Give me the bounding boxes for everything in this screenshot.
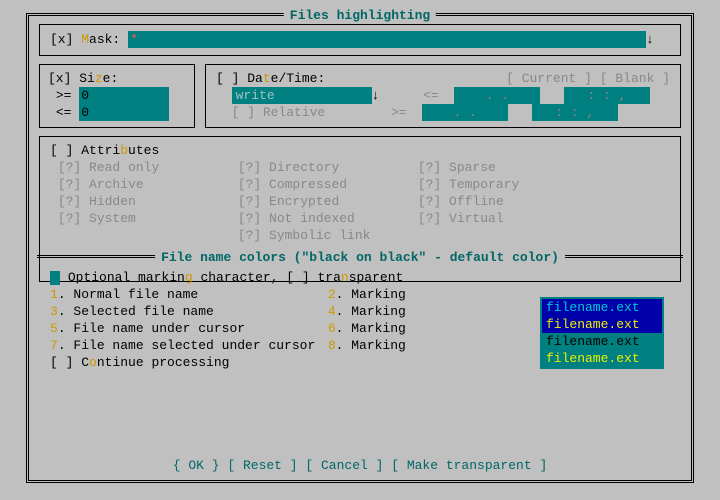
- marking-char-input[interactable]: [50, 271, 60, 285]
- swatch-sel-cursor: filename.ext: [542, 350, 662, 367]
- attr-item[interactable]: [?] Archive: [58, 176, 238, 193]
- swatch-normal: filename.ext: [542, 299, 662, 316]
- dialog-title: Files highlighting: [284, 7, 436, 24]
- mask-label: ask:: [89, 32, 120, 47]
- mask-hotkey: M: [81, 32, 89, 47]
- cancel-button[interactable]: [ Cancel ]: [305, 458, 383, 473]
- color-preview: filename.ext filename.ext filename.ext f…: [540, 297, 664, 369]
- datetime-section: [ ] Date/Time: [ Current ] [ Blank ] wri…: [205, 64, 681, 128]
- size-checkbox[interactable]: [x]: [48, 71, 71, 86]
- colors-divider: File name colors ("black on black" - def…: [37, 255, 683, 258]
- size-ge: >=: [56, 88, 72, 103]
- color-row: . File name selected under cursor: [58, 337, 328, 354]
- datetime-checkbox[interactable]: [ ]: [216, 71, 239, 86]
- dialog-frame: Files highlighting [x] Mask: *↓ [x] Size…: [26, 13, 694, 483]
- attr-item[interactable]: [?] Encrypted: [238, 193, 418, 210]
- mask-checkbox[interactable]: [x]: [50, 32, 73, 47]
- attr-item[interactable]: [?] Directory: [238, 159, 418, 176]
- date-from-input[interactable]: . .: [422, 104, 508, 121]
- attr-item[interactable]: [?] Compressed: [238, 176, 418, 193]
- continue-label: ntinue processing: [97, 355, 230, 370]
- attr-item[interactable]: [?] Sparse: [418, 160, 496, 175]
- attr-item[interactable]: [?] Symbolic link: [238, 227, 418, 244]
- attr-item[interactable]: [?] Not indexed: [238, 210, 418, 227]
- color-row: . Selected file name: [58, 303, 328, 320]
- relative-checkbox[interactable]: [ ]: [232, 105, 255, 120]
- mask-section: [x] Mask: *↓: [39, 24, 681, 56]
- datetime-type-combo[interactable]: write: [232, 87, 372, 104]
- color-row: . File name under cursor: [58, 320, 328, 337]
- reset-button[interactable]: [ Reset ]: [227, 458, 297, 473]
- continue-checkbox[interactable]: [ ]: [50, 355, 73, 370]
- swatch-cursor: filename.ext: [542, 333, 662, 350]
- attr-item[interactable]: [?] Temporary: [418, 177, 519, 192]
- attributes-section: [ ] Attributes [?] Read only[?] Director…: [39, 136, 681, 282]
- dropdown-arrow-icon[interactable]: ↓: [372, 88, 380, 103]
- make-transparent-button[interactable]: [ Make transparent ]: [391, 458, 547, 473]
- optional-marking-label: sparent: [349, 270, 404, 285]
- size-hotkey: z: [95, 71, 103, 86]
- attr-label: utes: [128, 143, 159, 158]
- time-from-input[interactable]: : : ,: [532, 104, 618, 121]
- size-label-pre: Si: [79, 71, 95, 86]
- attr-item[interactable]: [?] Hidden: [58, 193, 238, 210]
- color-row: . Normal file name: [58, 286, 328, 303]
- attr-item[interactable]: [?] Offline: [418, 194, 504, 209]
- dropdown-arrow-icon[interactable]: ↓: [646, 32, 654, 47]
- attr-item[interactable]: [?] System: [58, 210, 238, 227]
- size-label-post: e:: [103, 71, 119, 86]
- swatch-selected: filename.ext: [542, 316, 662, 333]
- button-bar: { OK } [ Reset ] [ Cancel ] [ Make trans…: [29, 457, 691, 474]
- date-to-input[interactable]: . .: [454, 87, 540, 104]
- blank-button[interactable]: [ Blank ]: [600, 71, 670, 86]
- datetime-label: e/Time:: [271, 71, 326, 86]
- current-button[interactable]: [ Current ]: [506, 71, 592, 86]
- size-le: <=: [56, 105, 72, 120]
- attr-item[interactable]: [?] Virtual: [418, 211, 504, 226]
- relative-label: Relative: [263, 105, 325, 120]
- attr-checkbox[interactable]: [ ]: [50, 143, 73, 158]
- size-min-input[interactable]: 0: [79, 87, 169, 104]
- size-section: [x] Size: >= 0 <= 0: [39, 64, 195, 128]
- ok-button[interactable]: { OK }: [173, 458, 220, 473]
- size-max-input[interactable]: 0: [79, 104, 169, 121]
- attr-item[interactable]: [?] Read only: [58, 159, 238, 176]
- mask-input[interactable]: *: [128, 31, 646, 48]
- colors-title: File name colors ("black on black" - def…: [155, 249, 565, 266]
- time-to-input[interactable]: : : ,: [564, 87, 650, 104]
